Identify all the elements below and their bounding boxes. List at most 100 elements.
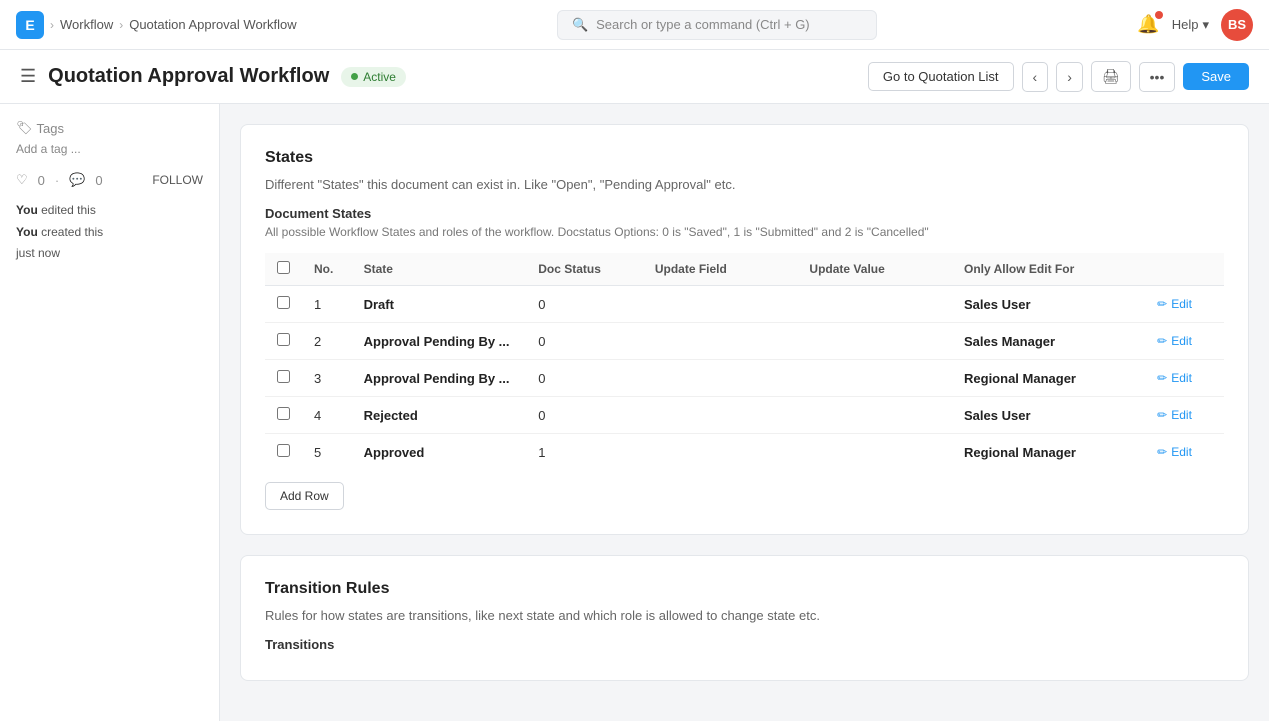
comments-count: 0 bbox=[95, 173, 102, 188]
row-updatefield-3 bbox=[643, 360, 798, 397]
like-icon[interactable]: ♡ bbox=[16, 172, 28, 188]
row-state-3: Approval Pending By ... bbox=[352, 360, 527, 397]
row-updatefield-4 bbox=[643, 397, 798, 434]
go-to-quotation-list-button[interactable]: Go to Quotation List bbox=[868, 62, 1014, 91]
notification-badge bbox=[1155, 11, 1163, 19]
activity-time: just now bbox=[16, 246, 60, 260]
row-action-4: ✏ Edit bbox=[1145, 397, 1224, 434]
row-action-2: ✏ Edit bbox=[1145, 323, 1224, 360]
row-docstatus-5: 1 bbox=[526, 434, 643, 471]
tags-label: Tags bbox=[37, 121, 64, 136]
row-allowedit-3: Regional Manager bbox=[952, 360, 1145, 397]
row-state-4: Rejected bbox=[352, 397, 527, 434]
row-checkbox-cell bbox=[265, 397, 302, 434]
table-row: 5 Approved 1 Regional Manager ✏ Edit bbox=[265, 434, 1224, 471]
breadcrumb-sep-1: › bbox=[50, 18, 54, 32]
row-allowedit-2: Sales Manager bbox=[952, 323, 1145, 360]
select-all-checkbox[interactable] bbox=[277, 261, 290, 274]
col-header-no: No. bbox=[302, 253, 352, 286]
row-checkbox-3[interactable] bbox=[277, 370, 290, 383]
sidebar-reactions: ♡ 0 · 💬 0 FOLLOW bbox=[16, 172, 203, 188]
main-content: States Different "States" this document … bbox=[220, 104, 1269, 721]
row-updatevalue-2 bbox=[797, 323, 952, 360]
row-docstatus-3: 0 bbox=[526, 360, 643, 397]
document-states-subdesc: All possible Workflow States and roles o… bbox=[265, 225, 1224, 239]
edit-button-3[interactable]: ✏ Edit bbox=[1157, 371, 1192, 385]
search-bar[interactable]: 🔍 Search or type a command (Ctrl + G) bbox=[557, 10, 877, 40]
table-row: 2 Approval Pending By ... 0 Sales Manage… bbox=[265, 323, 1224, 360]
sidebar-tags: 🏷 Tags bbox=[16, 120, 203, 136]
help-button[interactable]: Help ▾ bbox=[1172, 17, 1209, 33]
breadcrumb-workflow[interactable]: Workflow bbox=[60, 17, 113, 32]
states-table: No. State Doc Status Update Field Update… bbox=[265, 253, 1224, 470]
row-updatevalue-1 bbox=[797, 286, 952, 323]
row-checkbox-cell bbox=[265, 360, 302, 397]
search-area[interactable]: 🔍 Search or type a command (Ctrl + G) bbox=[297, 10, 1138, 40]
row-docstatus-1: 0 bbox=[526, 286, 643, 323]
transitions-subtitle: Transitions bbox=[265, 637, 1224, 652]
row-checkbox-5[interactable] bbox=[277, 444, 290, 457]
save-button[interactable]: Save bbox=[1183, 63, 1249, 90]
next-button[interactable]: › bbox=[1056, 62, 1083, 92]
edit-label-4: Edit bbox=[1171, 408, 1192, 422]
col-header-action bbox=[1145, 253, 1224, 286]
add-tag-link[interactable]: Add a tag ... bbox=[16, 142, 203, 156]
sidebar: 🏷 Tags Add a tag ... ♡ 0 · 💬 0 FOLLOW Yo… bbox=[0, 104, 220, 721]
edit-pencil-icon-5: ✏ bbox=[1157, 445, 1167, 459]
transition-rules-card: Transition Rules Rules for how states ar… bbox=[240, 555, 1249, 681]
more-options-button[interactable]: ••• bbox=[1139, 62, 1176, 92]
add-row-button[interactable]: Add Row bbox=[265, 482, 344, 510]
edit-pencil-icon-4: ✏ bbox=[1157, 408, 1167, 422]
row-updatefield-1 bbox=[643, 286, 798, 323]
hamburger-icon[interactable]: ☰ bbox=[20, 66, 36, 87]
help-label: Help bbox=[1172, 17, 1199, 32]
edit-label-1: Edit bbox=[1171, 297, 1192, 311]
edit-label-3: Edit bbox=[1171, 371, 1192, 385]
col-header-allowedit: Only Allow Edit For bbox=[952, 253, 1145, 286]
row-action-5: ✏ Edit bbox=[1145, 434, 1224, 471]
activity-created-label: created this bbox=[41, 225, 103, 239]
top-nav-right: 🔔 Help ▾ BS bbox=[1137, 9, 1253, 41]
follow-button[interactable]: FOLLOW bbox=[152, 173, 203, 187]
row-state-1: Draft bbox=[352, 286, 527, 323]
edit-pencil-icon-1: ✏ bbox=[1157, 297, 1167, 311]
row-updatefield-5 bbox=[643, 434, 798, 471]
row-checkbox-1[interactable] bbox=[277, 296, 290, 309]
col-header-updatefield: Update Field bbox=[643, 253, 798, 286]
status-badge-label: Active bbox=[363, 70, 396, 84]
app-icon[interactable]: E bbox=[16, 11, 44, 39]
edit-button-1[interactable]: ✏ Edit bbox=[1157, 297, 1192, 311]
print-button[interactable]: 🖨 bbox=[1091, 61, 1131, 92]
row-allowedit-4: Sales User bbox=[952, 397, 1145, 434]
transition-rules-title: Transition Rules bbox=[265, 580, 1224, 598]
row-docstatus-4: 0 bbox=[526, 397, 643, 434]
top-nav: E › Workflow › Quotation Approval Workfl… bbox=[0, 0, 1269, 50]
layout: 🏷 Tags Add a tag ... ♡ 0 · 💬 0 FOLLOW Yo… bbox=[0, 104, 1269, 721]
row-checkbox-2[interactable] bbox=[277, 333, 290, 346]
table-row: 4 Rejected 0 Sales User ✏ Edit bbox=[265, 397, 1224, 434]
row-allowedit-5: Regional Manager bbox=[952, 434, 1145, 471]
row-updatevalue-5 bbox=[797, 434, 952, 471]
row-state-5: Approved bbox=[352, 434, 527, 471]
search-icon: 🔍 bbox=[572, 17, 588, 33]
comment-icon[interactable]: 💬 bbox=[69, 172, 85, 188]
transition-rules-description: Rules for how states are transitions, li… bbox=[265, 608, 1224, 623]
search-placeholder: Search or type a command (Ctrl + G) bbox=[596, 17, 810, 32]
breadcrumb-current: Quotation Approval Workflow bbox=[129, 17, 296, 32]
states-description: Different "States" this document can exi… bbox=[265, 177, 1224, 192]
avatar[interactable]: BS bbox=[1221, 9, 1253, 41]
sub-header-right: Go to Quotation List ‹ › 🖨 ••• Save bbox=[868, 61, 1249, 92]
row-action-1: ✏ Edit bbox=[1145, 286, 1224, 323]
edit-button-2[interactable]: ✏ Edit bbox=[1157, 334, 1192, 348]
prev-button[interactable]: ‹ bbox=[1022, 62, 1049, 92]
help-chevron-icon: ▾ bbox=[1202, 17, 1209, 33]
row-docstatus-2: 0 bbox=[526, 323, 643, 360]
sub-header: ☰ Quotation Approval Workflow Active Go … bbox=[0, 50, 1269, 104]
states-card: States Different "States" this document … bbox=[240, 124, 1249, 535]
row-checkbox-4[interactable] bbox=[277, 407, 290, 420]
row-no-1: 1 bbox=[302, 286, 352, 323]
row-no-2: 2 bbox=[302, 323, 352, 360]
sidebar-activity: You edited this You created this just no… bbox=[16, 200, 203, 265]
edit-button-4[interactable]: ✏ Edit bbox=[1157, 408, 1192, 422]
edit-button-5[interactable]: ✏ Edit bbox=[1157, 445, 1192, 459]
